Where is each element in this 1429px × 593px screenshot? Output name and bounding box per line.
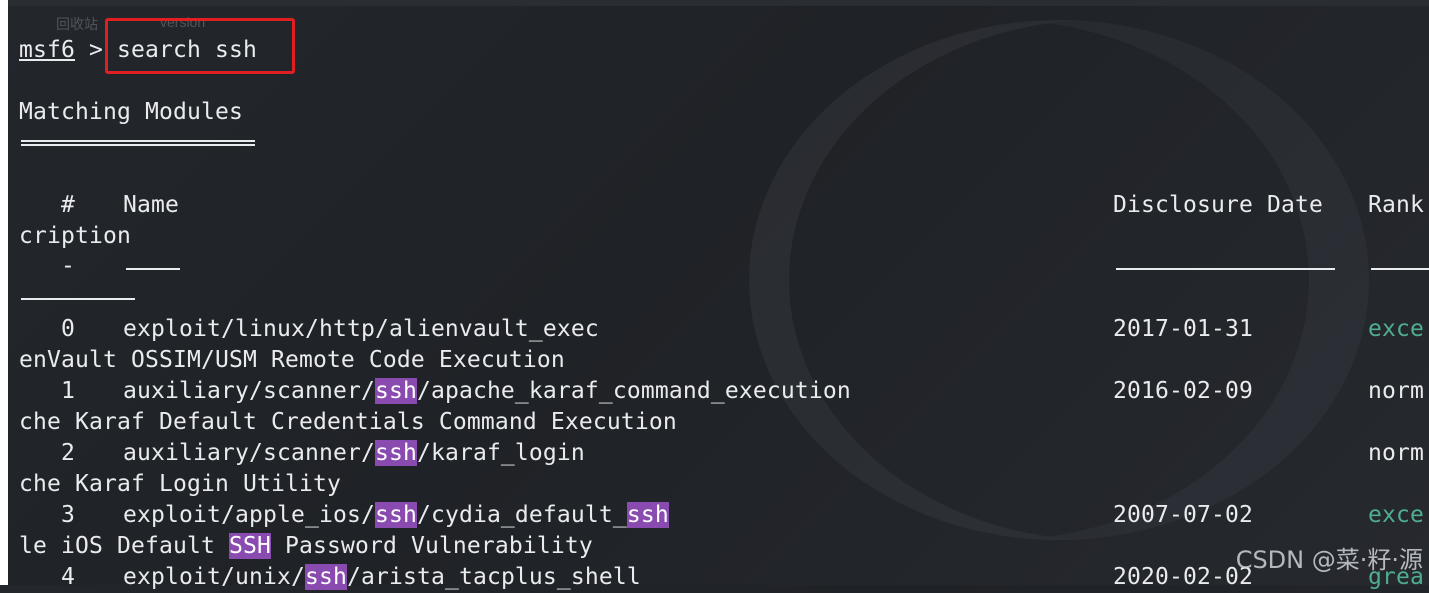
module-name: exploit/apple_ios/ssh/cydia_default_ssh (123, 500, 669, 531)
disclosure-date: 2020-02-02 (1113, 564, 1253, 590)
rank: exce (1368, 502, 1424, 528)
search-match-highlight: ssh (304, 564, 347, 590)
prompt-label: msf6 (19, 37, 75, 63)
rank: exce (1368, 316, 1424, 342)
search-match-highlight: ssh (374, 378, 417, 404)
module-name: exploit/linux/http/alienvault_exec (123, 314, 599, 345)
header-description-tail: cription (19, 223, 131, 249)
window-edge (0, 0, 8, 585)
row-number: 1 (19, 378, 117, 404)
desktop-label: 回收站 (56, 16, 98, 32)
text-segment: Password Vulnerability (270, 533, 593, 559)
header-date: Disclosure Date (1113, 192, 1323, 218)
search-match-highlight: ssh (626, 502, 669, 528)
module-name: auxiliary/scanner/ssh/apache_karaf_comma… (123, 376, 851, 407)
row-number: 2 (19, 440, 117, 466)
text-segment: /cydia_default_ (416, 502, 627, 528)
heading-double-underline (21, 140, 255, 146)
text-segment: exploit/linux/http/alienvault_exec (123, 316, 599, 342)
disclosure-date: 2007-07-02 (1113, 502, 1253, 528)
search-match-highlight: SSH (228, 533, 271, 559)
text-segment: exploit/unix/ (123, 564, 305, 590)
row-number: 4 (19, 564, 117, 590)
disclosure-date: 2017-01-31 (1113, 316, 1253, 342)
row-number: 3 (19, 502, 117, 528)
module-description: che Karaf Default Credentials Command Ex… (19, 407, 677, 438)
annotation-box (105, 18, 295, 74)
header-name: Name (123, 192, 179, 218)
text-segment: /apache_karaf_command_execution (416, 378, 851, 404)
row-number: 0 (19, 316, 117, 342)
search-match-highlight: ssh (374, 502, 417, 528)
text-segment: auxiliary/scanner/ (123, 440, 375, 466)
underline-date (1116, 268, 1335, 270)
text-segment: exploit/apple_ios/ (123, 502, 375, 528)
text-segment: enVault OSSIM/USM Remote Code Execution (19, 347, 565, 373)
rank: norm (1368, 378, 1424, 404)
text-segment: le iOS Default (19, 533, 229, 559)
csdn-watermark: CSDN @菜·籽·源 (1235, 546, 1423, 574)
underline-rank (1371, 268, 1429, 270)
text-segment: /karaf_login (416, 440, 585, 466)
text-segment: auxiliary/scanner/ (123, 378, 375, 404)
rank: norm (1368, 440, 1424, 466)
module-name: exploit/unix/ssh/arista_tacplus_shell (123, 562, 641, 593)
text-segment: /arista_tacplus_shell (346, 564, 641, 590)
module-description: che Karaf Login Utility (19, 469, 341, 500)
search-match-highlight: ssh (374, 440, 417, 466)
section-heading: Matching Modules (19, 99, 243, 125)
text-segment: che Karaf Login Utility (19, 471, 341, 497)
previous-output-strip (8, 0, 1429, 6)
module-description: le iOS Default SSH Password Vulnerabilit… (19, 531, 593, 562)
dash-num: - (19, 253, 75, 279)
header-rank: Rank (1368, 192, 1424, 218)
header-num: # (19, 192, 117, 218)
disclosure-date: 2016-02-09 (1113, 378, 1253, 404)
underline-description (21, 298, 135, 300)
underline-name (126, 268, 180, 270)
module-description: enVault OSSIM/USM Remote Code Execution (19, 345, 565, 376)
kali-dragon-watermark (749, 20, 1369, 540)
module-name: auxiliary/scanner/ssh/karaf_login (123, 438, 585, 469)
text-segment: che Karaf Default Credentials Command Ex… (19, 409, 677, 435)
